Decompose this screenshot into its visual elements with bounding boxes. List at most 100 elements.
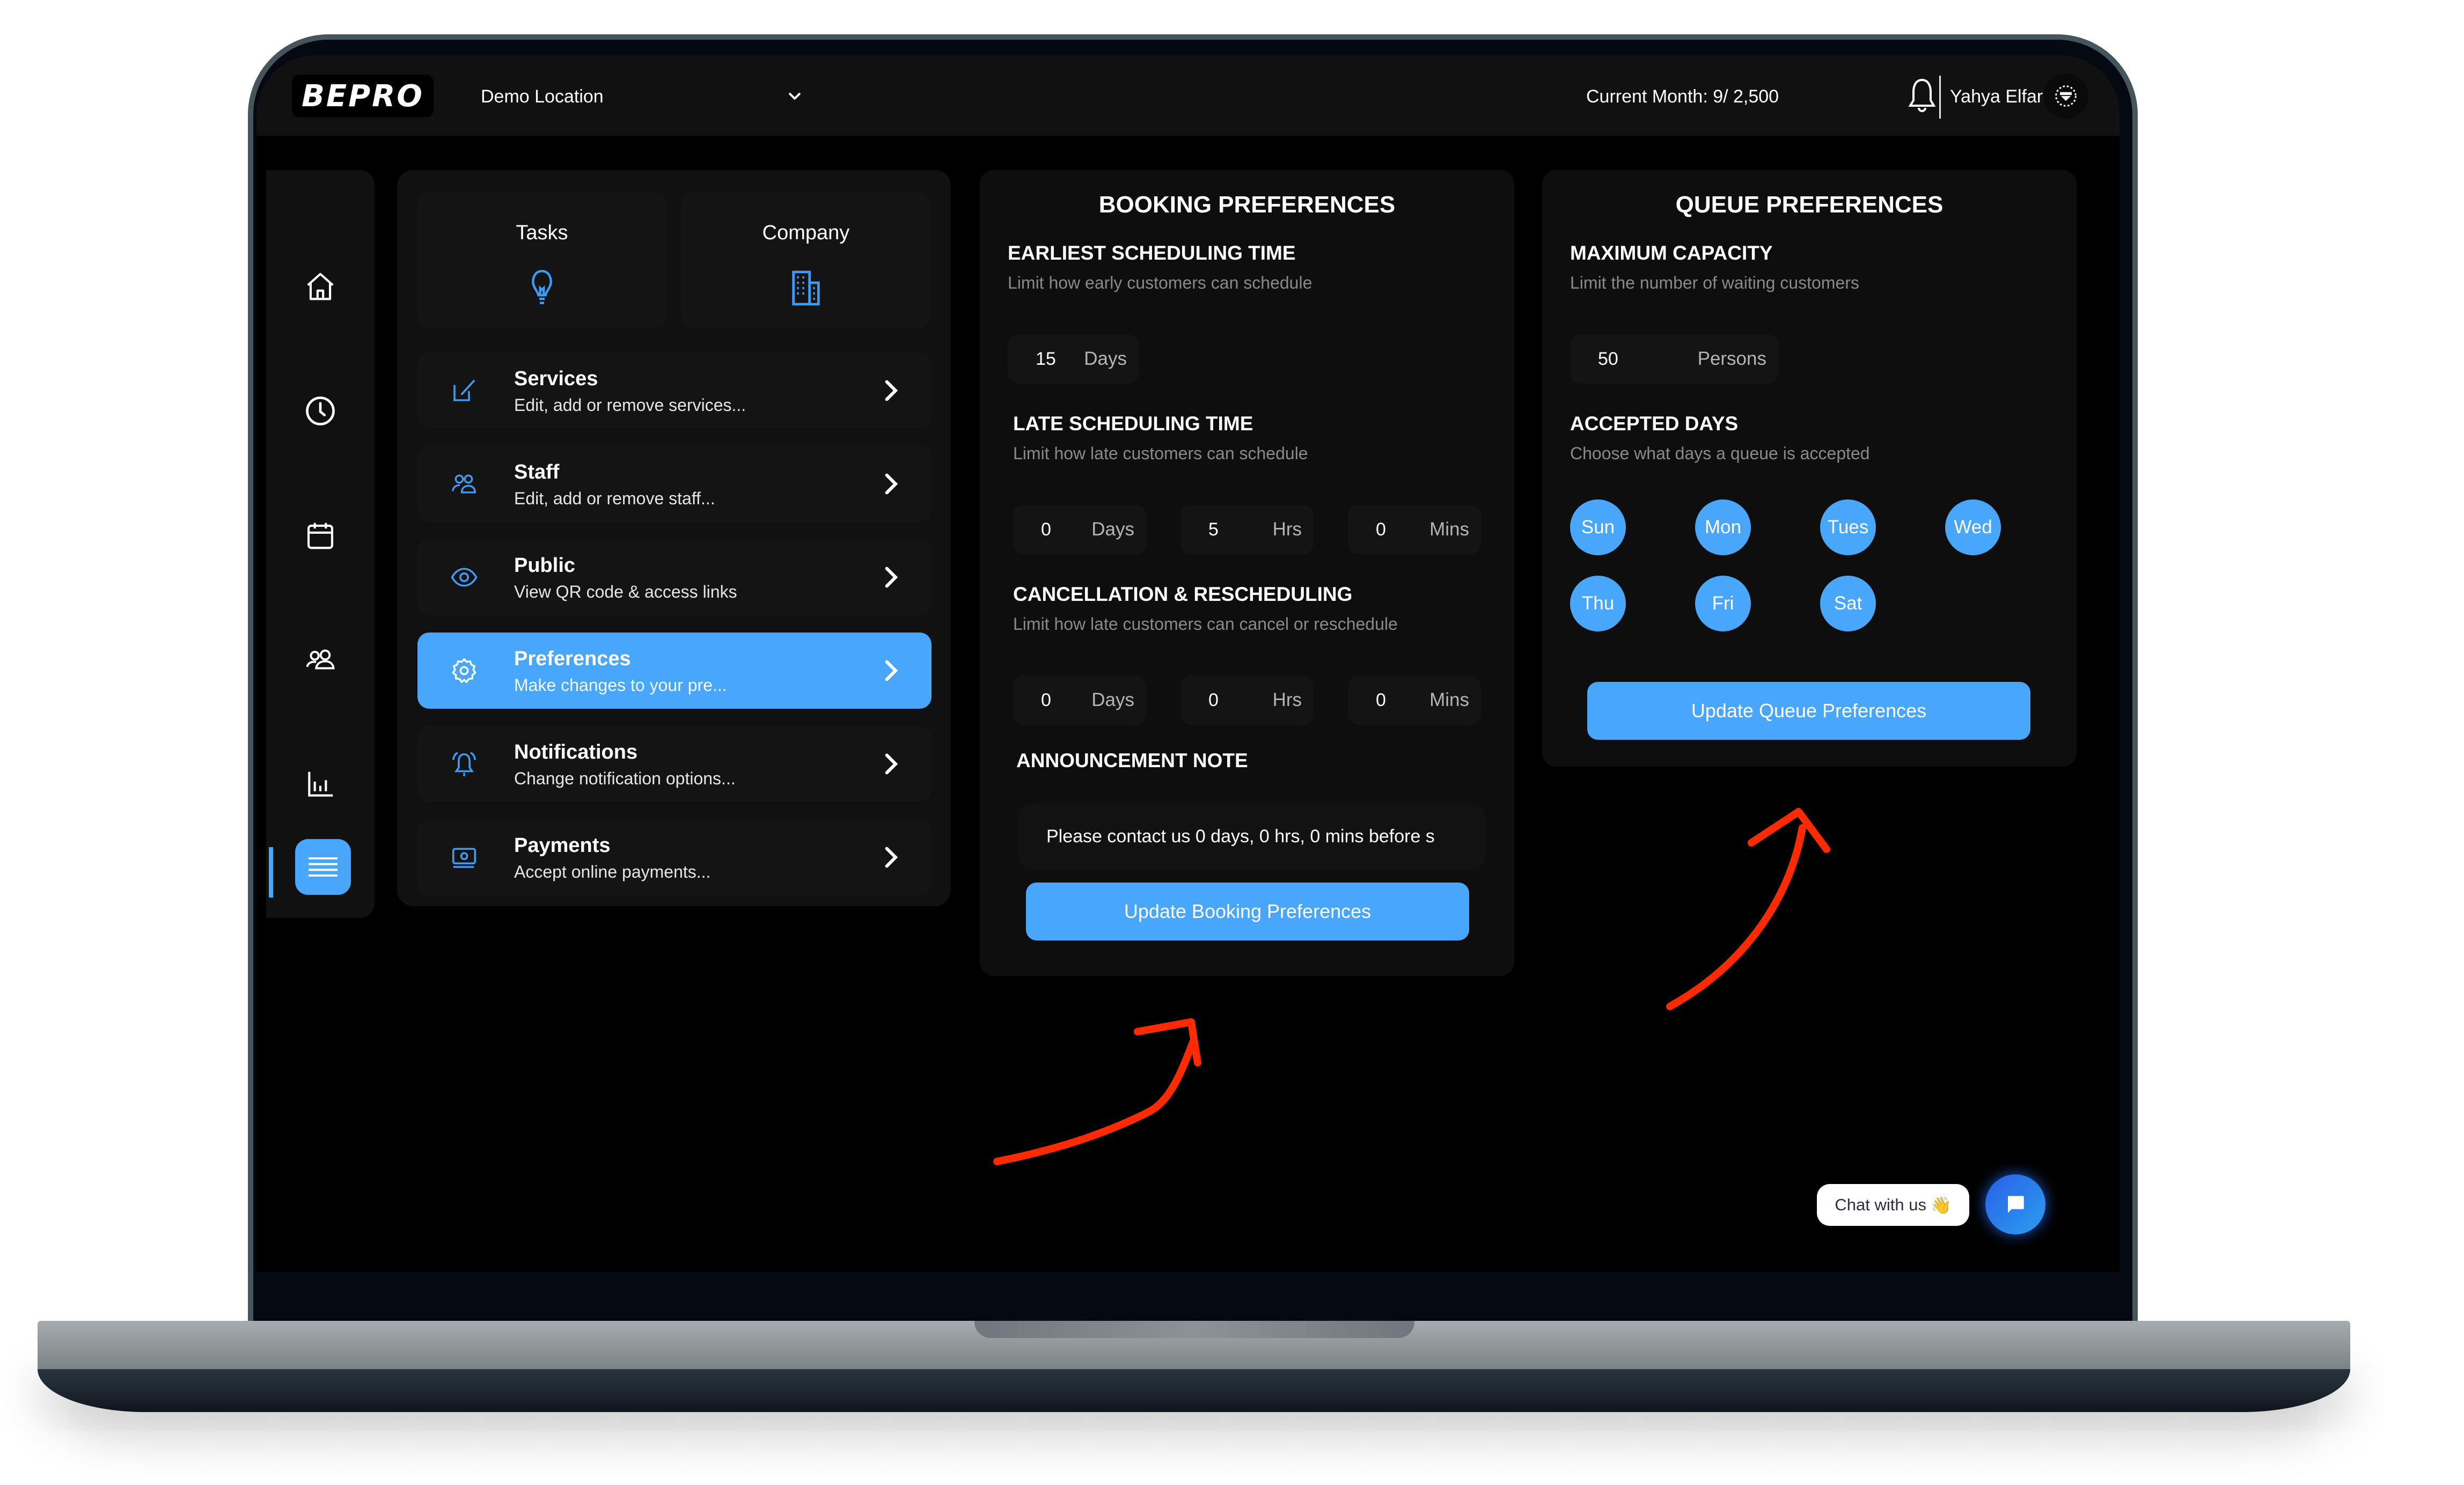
announcement-note-input[interactable]: Please contact us 0 days, 0 hrs, 0 mins … — [1018, 803, 1485, 870]
late-minutes-unit: Mins — [1429, 519, 1469, 540]
avatar-icon — [2055, 85, 2077, 107]
booking-preferences-panel: BOOKING PREFERENCES EARLIEST SCHEDULING … — [980, 170, 1514, 976]
menu-item-services[interactable]: Services Edit, add or remove services... — [417, 352, 932, 429]
day-toggle-sun[interactable]: Sun — [1570, 499, 1626, 555]
menu-item-preferences[interactable]: Preferences Make changes to your pre... — [417, 633, 932, 709]
menu-item-staff[interactable]: Staff Edit, add or remove staff... — [417, 446, 932, 522]
day-toggle-thu[interactable]: Thu — [1570, 576, 1626, 631]
tile-tasks[interactable]: Tasks — [417, 192, 666, 329]
tile-tasks-label: Tasks — [516, 222, 568, 244]
max-capacity-input[interactable]: 50 Persons — [1570, 334, 1778, 384]
location-select-value: Demo Location — [481, 86, 604, 107]
cash-icon — [452, 848, 476, 868]
bell-ringing-icon — [452, 752, 476, 777]
edit-icon — [453, 380, 475, 401]
day-toggle-wed[interactable]: Wed — [1945, 499, 2001, 555]
cancellation-title: CANCELLATION & RESCHEDULING — [1013, 583, 1353, 605]
icon-rail — [266, 170, 375, 918]
bell-icon[interactable] — [1905, 77, 1939, 115]
menu-item-payments[interactable]: Payments Accept online payments... — [417, 819, 932, 895]
menu-item-title: Notifications — [514, 741, 638, 763]
day-toggle-mon[interactable]: Mon — [1695, 499, 1751, 555]
earliest-days-input[interactable]: 15 Days — [1008, 334, 1139, 384]
chat-launcher-button[interactable] — [1985, 1174, 2045, 1234]
app-screen: BEPRO Demo Location Current Month: 9/ 2,… — [256, 55, 2120, 1273]
rail-active-indicator — [269, 847, 273, 898]
booking-preferences-title: BOOKING PREFERENCES — [1098, 192, 1396, 218]
cancellation-subtitle: Limit how late customers can cancel or r… — [1013, 614, 1398, 634]
annotation-arrow-queue — [1666, 808, 1830, 1010]
rail-home[interactable] — [302, 268, 339, 305]
day-toggle-tues[interactable]: Tues — [1820, 499, 1876, 555]
late-days-input[interactable]: 0 Days — [1013, 505, 1146, 554]
late-hours-value: 5 — [1208, 519, 1219, 540]
menu-item-subtitle: Make changes to your pre... — [514, 675, 727, 695]
chevron-right-icon — [885, 567, 898, 588]
logo[interactable]: BEPRO — [292, 75, 434, 117]
settings-menu: Tasks Company Services Edit, add or remo… — [397, 170, 951, 906]
menu-list-icon — [309, 857, 338, 877]
chevron-right-icon — [885, 380, 898, 401]
bar-chart-icon — [308, 771, 333, 797]
chat-label: Chat with us — [1835, 1195, 1926, 1214]
day-toggle-sat[interactable]: Sat — [1820, 576, 1876, 631]
menu-item-title: Staff — [514, 461, 560, 483]
late-hours-unit: Hrs — [1272, 519, 1302, 540]
accepted-days-subtitle: Choose what days a queue is accepted — [1570, 444, 1870, 463]
update-booking-preferences-button[interactable]: Update Booking Preferences — [1026, 883, 1469, 940]
home-icon — [307, 273, 334, 300]
cancel-days-input[interactable]: 0 Days — [1013, 675, 1146, 725]
cancel-minutes-input[interactable]: 0 Mins — [1348, 675, 1481, 725]
users-icon — [451, 474, 476, 494]
rail-calendar[interactable] — [302, 517, 339, 554]
screen-bottom-bezel — [256, 1272, 2120, 1273]
user-name[interactable]: Yahya Elfard — [1950, 83, 2053, 110]
chat-bubble-icon — [2008, 1196, 2024, 1213]
menu-item-subtitle: View QR code & access links — [514, 582, 737, 601]
gear-icon — [452, 658, 476, 683]
cancel-minutes-value: 0 — [1376, 689, 1386, 710]
tile-company[interactable]: Company — [681, 192, 930, 329]
max-capacity-subtitle: Limit the number of waiting customers — [1570, 273, 1859, 292]
menu-item-title: Payments — [514, 834, 611, 857]
announcement-title: ANNOUNCEMENT NOTE — [1016, 749, 1248, 771]
chevron-right-icon — [885, 753, 898, 775]
menu-item-title: Public — [514, 554, 576, 577]
rail-history[interactable] — [302, 392, 339, 430]
rail-customers[interactable] — [302, 641, 339, 679]
chat-with-us-button[interactable]: Chat with us 👋 — [1817, 1184, 1969, 1226]
annotation-arrow-booking — [993, 1018, 1201, 1165]
building-icon — [792, 270, 820, 306]
earliest-days-unit: Days — [1084, 348, 1127, 369]
announcement-note-value: Please contact us 0 days, 0 hrs, 0 mins … — [1046, 826, 1435, 847]
tile-company-label: Company — [762, 222, 850, 244]
late-hours-input[interactable]: 5 Hrs — [1180, 505, 1314, 554]
update-queue-preferences-button[interactable]: Update Queue Preferences — [1587, 682, 2030, 740]
location-select[interactable]: Demo Location — [481, 83, 803, 110]
menu-item-title: Preferences — [514, 648, 631, 670]
chevron-right-icon — [885, 847, 898, 868]
queue-preferences-panel: QUEUE PREFERENCES MAXIMUM CAPACITY Limit… — [1542, 170, 2077, 767]
rail-settings[interactable] — [295, 839, 351, 895]
menu-item-public[interactable]: Public View QR code & access links — [417, 539, 932, 615]
users-icon — [306, 649, 335, 670]
cancel-hours-input[interactable]: 0 Hrs — [1180, 675, 1314, 725]
max-capacity-title: MAXIMUM CAPACITY — [1570, 242, 1773, 264]
rail-analytics[interactable] — [302, 766, 339, 803]
cancel-days-value: 0 — [1041, 689, 1051, 710]
lightbulb-icon — [532, 270, 552, 304]
queue-preferences-title: QUEUE PREFERENCES — [1675, 192, 1944, 218]
cancel-hours-unit: Hrs — [1272, 689, 1302, 710]
current-month-usage: Current Month: 9/ 2,500 — [1586, 86, 1779, 107]
late-scheduling-title: LATE SCHEDULING TIME — [1013, 413, 1253, 435]
day-toggle-fri[interactable]: Fri — [1695, 576, 1751, 631]
menu-item-notifications[interactable]: Notifications Change notification option… — [417, 726, 932, 802]
cancel-hours-value: 0 — [1208, 689, 1219, 710]
late-minutes-input[interactable]: 0 Mins — [1348, 505, 1481, 554]
menu-item-title: Services — [514, 367, 598, 390]
wave-icon: 👋 — [1930, 1195, 1952, 1215]
menu-item-subtitle: Edit, add or remove staff... — [514, 489, 715, 508]
calendar-icon — [307, 523, 334, 549]
avatar[interactable] — [2043, 73, 2088, 119]
max-capacity-unit: Persons — [1697, 348, 1766, 369]
